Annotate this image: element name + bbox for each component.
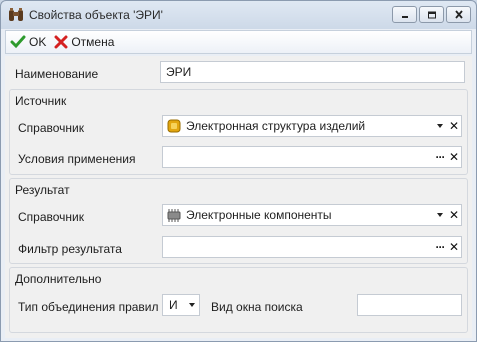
conditions-field[interactable]: ··· ✕ — [162, 146, 462, 168]
cancel-button[interactable]: Отмена — [54, 35, 114, 49]
clear-icon: ✕ — [448, 240, 460, 254]
search-view-label: Вид окна поиска — [211, 300, 303, 314]
join-type-label: Тип объединения правил — [18, 300, 159, 314]
name-label: Наименование — [15, 67, 99, 81]
result-filter-field[interactable]: ··· ✕ — [162, 236, 462, 258]
conditions-browse[interactable]: ··· — [433, 147, 447, 167]
source-group-title: Источник — [15, 94, 67, 108]
clear-icon: ✕ — [448, 208, 460, 222]
chevron-down-icon — [437, 124, 443, 128]
result-directory-value: Электронные компоненты — [186, 208, 332, 222]
checkmark-icon — [10, 35, 26, 49]
result-directory-label: Справочник — [18, 210, 84, 224]
source-directory-dropdown[interactable] — [433, 116, 447, 136]
ok-button[interactable]: OK — [10, 35, 46, 49]
close-window-button[interactable] — [446, 6, 471, 23]
chevron-down-icon — [189, 303, 195, 307]
binoculars-icon — [8, 7, 24, 23]
join-type-dropdown[interactable] — [185, 295, 199, 315]
properties-dialog: Свойства объекта 'ЭРИ' OK Отмена Наимено… — [0, 0, 477, 342]
source-directory-value: Электронная структура изделий — [186, 119, 366, 133]
ellipsis-icon: ··· — [435, 150, 446, 164]
toolbar: OK Отмена — [5, 30, 472, 54]
clear-icon: ✕ — [448, 150, 460, 164]
product-structure-icon — [167, 119, 181, 133]
source-directory-label: Справочник — [18, 121, 84, 135]
extra-group-title: Дополнительно — [15, 272, 102, 286]
window-title: Свойства объекта 'ЭРИ' — [29, 8, 163, 22]
conditions-label: Условия применения — [18, 152, 136, 166]
result-directory-dropdown[interactable] — [433, 205, 447, 225]
cross-icon — [54, 35, 68, 49]
conditions-clear[interactable]: ✕ — [447, 147, 461, 167]
clear-icon: ✕ — [448, 119, 460, 133]
ellipsis-icon: ··· — [435, 240, 446, 254]
minimize-button[interactable] — [392, 6, 417, 23]
source-directory-select[interactable]: Электронная структура изделий ✕ — [162, 115, 462, 137]
name-field[interactable]: ЭРИ — [160, 61, 465, 83]
search-view-field[interactable] — [357, 294, 462, 316]
minimize-icon — [401, 15, 408, 18]
chevron-down-icon — [437, 213, 443, 217]
result-filter-clear[interactable]: ✕ — [447, 237, 461, 257]
maximize-button[interactable] — [419, 6, 444, 23]
result-group-title: Результат — [15, 183, 70, 197]
result-filter-browse[interactable]: ··· — [433, 237, 447, 257]
result-directory-select[interactable]: Электронные компоненты ✕ — [162, 204, 462, 226]
close-icon — [454, 10, 463, 19]
result-directory-clear[interactable]: ✕ — [447, 205, 461, 225]
join-type-value: И — [169, 298, 178, 312]
title-bar[interactable]: Свойства объекта 'ЭРИ' — [1, 1, 476, 29]
electronic-component-icon — [167, 209, 181, 222]
join-type-select[interactable]: И — [162, 294, 200, 316]
dialog-content: Наименование ЭРИ Источник Справочник Эле… — [5, 56, 472, 338]
result-filter-label: Фильтр результата — [18, 242, 122, 256]
maximize-icon — [427, 11, 436, 18]
cancel-label: Отмена — [71, 35, 115, 49]
ok-label: OK — [29, 35, 47, 49]
source-directory-clear[interactable]: ✕ — [447, 116, 461, 136]
